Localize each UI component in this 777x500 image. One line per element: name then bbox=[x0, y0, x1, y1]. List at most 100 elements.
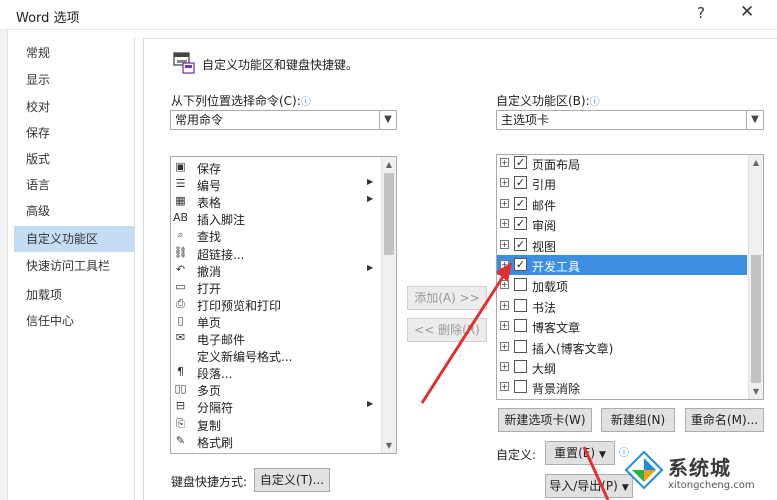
ribbon-tabs-dropdown[interactable]: 主选项卡 ▼ bbox=[496, 110, 764, 130]
expand-icon[interactable]: + bbox=[500, 300, 509, 310]
expand-icon[interactable]: + bbox=[500, 362, 509, 371]
scroll-up-icon[interactable]: ▲ bbox=[382, 157, 396, 172]
ribbon-tab-item[interactable]: + ✓ 引用 bbox=[497, 173, 747, 193]
info-icon[interactable]: ⓘ bbox=[301, 97, 311, 108]
ribbon-tab-item[interactable]: + 插入(博客文章) bbox=[497, 337, 747, 357]
command-item[interactable]: ▭ 打开 bbox=[171, 279, 381, 296]
command-item[interactable]: ▦ 表格 ▶ bbox=[171, 193, 381, 210]
ribbon-tab-item[interactable]: + ✓ 审阅 bbox=[497, 214, 747, 234]
ribbon-tab-item[interactable]: + ✓ 邮件 bbox=[497, 194, 747, 214]
tab-checkbox[interactable] bbox=[514, 278, 527, 292]
sidebar-item[interactable]: 校对 bbox=[14, 94, 134, 120]
tab-checkbox[interactable] bbox=[514, 319, 527, 333]
scroll-thumb[interactable] bbox=[751, 255, 761, 383]
command-label: 单页 bbox=[197, 315, 222, 330]
sidebar-item[interactable]: 加载项 bbox=[14, 282, 134, 308]
page-header: 自定义功能区和键盘快捷键。 bbox=[202, 58, 359, 72]
ribbon-tab-item[interactable]: + 书法 bbox=[497, 296, 747, 316]
command-item[interactable]: ☰ 编号 ▶ bbox=[171, 176, 381, 193]
close-icon[interactable]: ✕ bbox=[740, 2, 754, 22]
email-icon: ✉ bbox=[175, 331, 186, 344]
command-item[interactable]: ✎ 格式刷 bbox=[171, 433, 381, 450]
new-tab-button[interactable]: 新建选项卡(W) bbox=[498, 408, 592, 432]
tab-checkbox[interactable]: ✓ bbox=[514, 156, 527, 169]
tab-checkbox[interactable]: ✓ bbox=[514, 176, 527, 190]
tab-checkbox[interactable]: ✓ bbox=[514, 196, 527, 210]
customize-ribbon-icon bbox=[173, 52, 195, 74]
sidebar-item[interactable]: 自定义功能区 bbox=[14, 226, 134, 252]
remove-button[interactable]: << 删除(R) bbox=[407, 318, 487, 342]
chevron-down-icon[interactable]: ▼ bbox=[746, 111, 763, 129]
info-icon[interactable]: ⓘ bbox=[590, 97, 600, 108]
command-label: 打开 bbox=[197, 281, 222, 296]
scroll-thumb[interactable] bbox=[384, 173, 394, 255]
ribbon-tab-item[interactable]: + 加载项 bbox=[497, 275, 747, 295]
command-item[interactable]: 定义新编号格式... bbox=[171, 347, 381, 364]
expand-icon[interactable]: + bbox=[500, 321, 509, 331]
customize-ribbon-label: 自定义功能区(B):ⓘ bbox=[496, 94, 600, 108]
tab-checkbox[interactable]: ✓ bbox=[514, 237, 527, 251]
choose-commands-dropdown[interactable]: 常用命令 ▼ bbox=[170, 110, 397, 130]
tree-scrollbar[interactable]: ▲ ▼ bbox=[748, 155, 763, 399]
dropdown-value: 常用命令 bbox=[175, 113, 224, 127]
ribbon-tree[interactable]: ▲ ▼ + ✓ 页面布局 + ✓ 引用 + ✓ 邮件 + ✓ 审阅 + ✓ 视图 + ✓ 开发工具 + 加载项 + 书法 +… bbox=[496, 154, 764, 400]
import-export-button[interactable]: 导入/导出(P) ▼ bbox=[545, 474, 633, 498]
sidebar-item[interactable]: 保存 bbox=[14, 120, 134, 146]
scroll-up-icon[interactable]: ▲ bbox=[749, 155, 763, 170]
expand-icon[interactable]: + bbox=[500, 239, 509, 249]
command-item[interactable]: ✉ 电子邮件 bbox=[171, 330, 381, 347]
sidebar-item[interactable]: 语言 bbox=[14, 172, 134, 198]
scroll-down-icon[interactable]: ▼ bbox=[749, 384, 763, 399]
table-icon: ▦ bbox=[175, 194, 186, 208]
tab-checkbox[interactable] bbox=[514, 360, 527, 373]
sidebar-item[interactable]: 版式 bbox=[14, 146, 134, 172]
tab-checkbox[interactable] bbox=[514, 380, 527, 394]
help-icon[interactable]: ? bbox=[697, 4, 705, 22]
command-item[interactable]: ⛓ 超链接... bbox=[171, 245, 381, 262]
ribbon-tab-item[interactable]: + 大纲 bbox=[497, 357, 747, 377]
command-item[interactable]: ⎘ 复制 bbox=[171, 416, 381, 433]
command-item[interactable]: ¶ 段落... bbox=[171, 364, 381, 381]
expand-icon[interactable]: + bbox=[500, 178, 509, 188]
ribbon-tab-label: 视图 bbox=[532, 239, 557, 254]
expand-icon[interactable]: + bbox=[500, 198, 509, 208]
command-item[interactable]: ⎙ 打印预览和打印 bbox=[171, 296, 381, 313]
command-item[interactable]: ⊟ 分隔符 ▶ bbox=[171, 398, 381, 415]
keyboard-customize-button[interactable]: 自定义(T)... bbox=[254, 468, 330, 492]
ribbon-tab-item[interactable]: + ✓ 页面布局 bbox=[497, 155, 747, 173]
expand-icon[interactable]: + bbox=[500, 382, 509, 392]
commands-scrollbar[interactable]: ▲ ▼ bbox=[381, 157, 396, 453]
tab-checkbox[interactable] bbox=[514, 339, 527, 353]
expand-icon[interactable]: + bbox=[500, 158, 509, 167]
commands-list[interactable]: ▲ ▼ ▣ 保存 ☰ 编号 ▶ ▦ 表格 ▶ AB 插入脚注 ⌕ 查找 ⛓ 超链接... ↶ 撤消 ▶ ▭ 打开 ⎙ 打… bbox=[170, 156, 397, 454]
tab-checkbox[interactable]: ✓ bbox=[514, 258, 527, 271]
ribbon-tab-item[interactable]: + 背景消除 bbox=[497, 377, 747, 397]
command-item[interactable]: AB 插入脚注 bbox=[171, 210, 381, 227]
sidebar-item[interactable]: 高级 bbox=[14, 198, 134, 224]
new-group-button[interactable]: 新建组(N) bbox=[601, 408, 675, 432]
expand-icon[interactable]: + bbox=[500, 280, 509, 290]
expand-icon[interactable]: + bbox=[500, 260, 509, 269]
command-item[interactable]: ▣ 保存 bbox=[171, 159, 381, 176]
sidebar-item[interactable]: 常规 bbox=[14, 40, 134, 66]
ribbon-tab-item[interactable]: + ✓ 视图 bbox=[497, 235, 747, 255]
tab-checkbox[interactable]: ✓ bbox=[514, 217, 527, 231]
command-item[interactable]: ▯ 单页 bbox=[171, 313, 381, 330]
rename-button[interactable]: 重命名(M)... bbox=[685, 408, 764, 432]
sidebar-item[interactable]: 信任中心 bbox=[14, 308, 134, 334]
expand-icon[interactable]: + bbox=[500, 219, 509, 229]
ribbon-tab-item[interactable]: + ✓ 开发工具 bbox=[497, 255, 747, 275]
add-button[interactable]: 添加(A) >> bbox=[407, 286, 487, 310]
command-item[interactable]: ↶ 撤消 ▶ bbox=[171, 262, 381, 279]
tab-checkbox[interactable] bbox=[514, 298, 527, 312]
sidebar-item[interactable]: 显示 bbox=[14, 67, 134, 93]
chevron-down-icon[interactable]: ▼ bbox=[379, 111, 396, 129]
ribbon-tab-label: 邮件 bbox=[532, 198, 557, 213]
command-item[interactable]: ⌕ 查找 bbox=[171, 227, 381, 244]
expand-icon[interactable]: + bbox=[500, 341, 509, 351]
ribbon-tab-item[interactable]: + 博客文章 bbox=[497, 316, 747, 336]
sidebar-item[interactable]: 快速访问工具栏 bbox=[14, 253, 134, 279]
reset-button[interactable]: 重置(E) ▼ bbox=[545, 441, 615, 465]
scroll-down-icon[interactable]: ▼ bbox=[382, 438, 396, 453]
command-item[interactable]: ▯▯ 多页 bbox=[171, 381, 381, 398]
